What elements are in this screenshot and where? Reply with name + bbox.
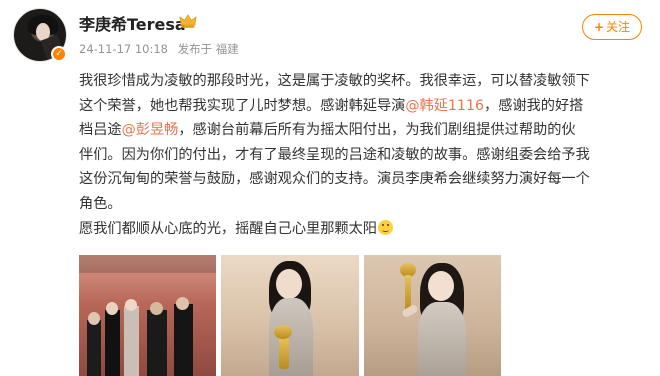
- username[interactable]: 李庚希Teresa: [79, 11, 186, 35]
- content-line: 我很珍惜成为凌敏的那段时光，这是属于凌敏的奖杯。我很幸运，可以替凌敏领下: [79, 69, 649, 94]
- content-line: 愿我们都顺从心底的光，摇醒自己心里那颗太阳: [79, 217, 649, 242]
- follow-button-label: 关注: [606, 20, 631, 34]
- content-line: 这个荣誉，她也帮我实现了儿时梦想。感谢韩延导演@韩延1116，感谢我的好搭: [79, 94, 649, 119]
- trophy-photo-2[interactable]: [364, 255, 501, 376]
- content-text: 我很珍惜成为凌敏的那段时光，这是属于凌敏的奖杯。我很幸运，可以替凌敏领下: [79, 73, 590, 89]
- content-text: ，感谢我的好搭: [484, 97, 584, 114]
- follow-button[interactable]: + 关注: [582, 14, 642, 40]
- content-text: ，感谢台前幕后所有为摇太阳付出，为我们剧组提供过帮助的伙: [178, 122, 576, 139]
- content-text: 这个荣誉，她也帮我实现了儿时梦想。感谢韩延导演: [79, 97, 406, 114]
- post-content: 我很珍惜成为凌敏的那段时光，这是属于凌敏的奖杯。我很幸运，可以替凌敏领下 这个荣誉…: [79, 69, 649, 241]
- mention-link[interactable]: @彭昱畅: [122, 122, 179, 138]
- group-photo[interactable]: [79, 255, 216, 376]
- post-header: ✓ 李庚希Teresa 24-11-17 10:18 发布于 福建 + 关注: [0, 0, 660, 64]
- content-text: 角色。: [79, 195, 122, 212]
- content-line: 角色。: [79, 192, 649, 217]
- content-line: 伴们。因为你们的付出，才有了最终呈现的吕途和凌敏的故事。感谢组委会给予我: [79, 143, 649, 168]
- post-timestamp[interactable]: 24-11-17 10:18: [79, 42, 168, 56]
- trophy-photo-1[interactable]: [221, 255, 359, 376]
- mention-link[interactable]: @韩延1116: [405, 98, 484, 114]
- content-text: 这份沉甸甸的荣誉与鼓励，感谢观众们的支持。演员李庚希会继续努力演好每一个: [79, 171, 590, 188]
- verified-icon: ✓: [51, 46, 67, 62]
- content-text: 伴们。因为你们的付出，才有了最终呈现的吕途和凌敏的故事。感谢组委会给予我: [79, 146, 590, 163]
- smile-emoji-icon: [377, 219, 393, 235]
- post-meta: 24-11-17 10:18 发布于 福建: [79, 41, 245, 57]
- member-badge-icon[interactable]: [179, 13, 197, 29]
- post-source: 发布于 福建: [177, 42, 239, 56]
- content-line: 档吕途@彭昱畅，感谢台前幕后所有为摇太阳付出，为我们剧组提供过帮助的伙: [79, 118, 649, 143]
- content-text: 愿我们都顺从心底的光，摇醒自己心里那颗太阳: [79, 220, 377, 237]
- content-line: 这份沉甸甸的荣誉与鼓励，感谢观众们的支持。演员李庚希会继续努力演好每一个: [79, 167, 649, 192]
- plus-icon: +: [593, 20, 605, 34]
- content-text: 档吕途: [79, 122, 122, 139]
